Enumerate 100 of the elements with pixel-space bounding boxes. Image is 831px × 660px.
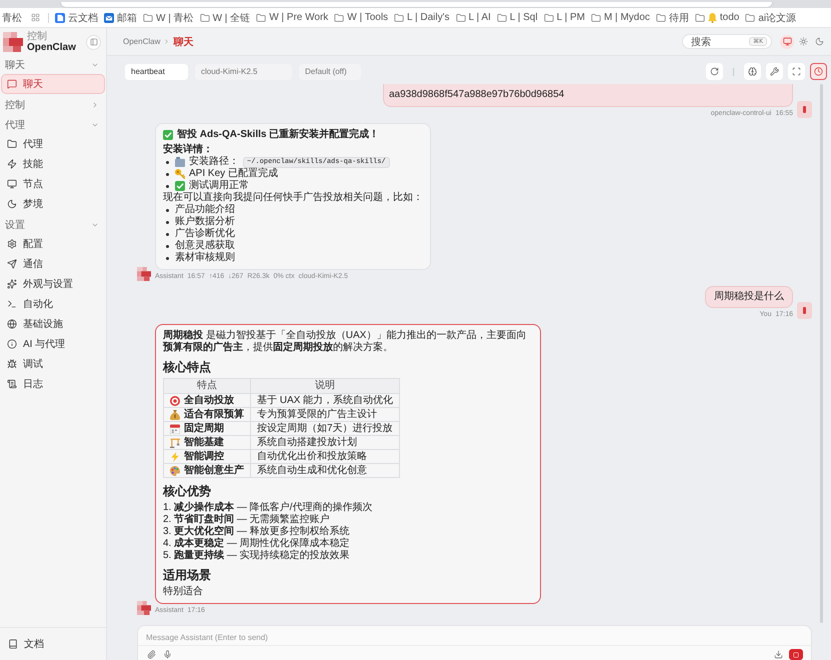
chat-icon: [7, 79, 17, 89]
lightning-icon: [7, 159, 17, 169]
chevron-icon: [163, 38, 170, 45]
list-item: 账户数据分析: [175, 216, 235, 228]
breadcrumb-link[interactable]: OpenClaw: [123, 37, 160, 46]
list-item: 产品功能介绍: [175, 204, 235, 216]
folder-icon: [694, 12, 705, 22]
bullet-icon: [166, 232, 169, 236]
nav-item[interactable]: 外观与设置: [1, 274, 105, 294]
nav-item[interactable]: 技能: [1, 154, 105, 174]
user-avatar: [797, 302, 812, 319]
bookmark-folder[interactable]: W | Tools: [334, 12, 388, 23]
nav-item[interactable]: 基础设施: [1, 314, 105, 334]
list-item: 创意灵感获取: [175, 240, 235, 252]
bookmark-folder[interactable]: W | Pre Work: [256, 12, 328, 23]
toolbar-button[interactable]: [810, 63, 827, 80]
attach-button[interactable]: [146, 649, 157, 660]
list-item: 广告诊断优化: [175, 228, 235, 240]
message-text: 特别适合: [163, 586, 204, 598]
bookmark-link[interactable]: 云文档: [55, 10, 98, 24]
section-label: 安装详情：: [163, 144, 214, 156]
assistant-avatar: [137, 267, 151, 281]
bookmark-folder[interactable]: L | Sql: [496, 12, 538, 23]
message-text: aa938d9868f547a988e97b76b0d96854: [389, 89, 564, 100]
nav-item[interactable]: 文档: [2, 634, 104, 654]
wrench-icon: [770, 67, 779, 76]
bookmark-folder[interactable]: 待用: [656, 10, 689, 24]
message-composer[interactable]: Message Assistant (Enter to send): [137, 625, 812, 660]
bookmark-folder[interactable]: M | Mydoc: [590, 12, 650, 23]
feature-name: 智能创意生产: [184, 464, 244, 476]
key-icon: [175, 169, 185, 179]
bookmark-folder[interactable]: W | 青松: [143, 10, 194, 24]
monitor-icon: [7, 179, 17, 189]
bookmark-folder[interactable]: todo: [694, 12, 740, 23]
microphone-icon: [163, 650, 172, 659]
bullet-icon: [166, 172, 169, 176]
bullet-icon: [166, 208, 169, 212]
table-cell: 按设定周期（如7天）进行投放: [250, 422, 400, 436]
nav-item[interactable]: 梦境: [1, 194, 105, 214]
folder-icon: [175, 157, 185, 167]
folder-icon: [656, 12, 666, 22]
message-text: 周期稳投是什么: [714, 291, 784, 302]
breadcrumb-link[interactable]: 聊天: [173, 34, 194, 48]
table-cell: 系统自动搭建投放计划: [250, 436, 400, 450]
bell-icon: [708, 12, 717, 22]
bookmark-folder[interactable]: W | 全链: [200, 10, 250, 24]
nav-item[interactable]: 日志: [1, 374, 105, 394]
list-item: 安装路径：: [189, 156, 239, 168]
table-cell: 系统自动生成和优化创意: [250, 464, 400, 478]
folder-icon: [544, 12, 554, 22]
table-cell: 自动优化出价和投放策略: [250, 450, 400, 464]
bookmark-folder[interactable]: L | Daily's: [394, 12, 450, 23]
thinking-select[interactable]: Default (off): [299, 64, 361, 80]
nav-item[interactable]: 自动化: [1, 294, 105, 314]
monitor-icon: [782, 37, 792, 46]
column-header: 特点: [164, 378, 250, 394]
money-bag-icon: [170, 410, 180, 420]
palette-icon: [170, 466, 180, 476]
section-header[interactable]: 代理: [0, 116, 106, 134]
panel-icon: [90, 38, 98, 46]
section-header[interactable]: 控制: [0, 96, 106, 114]
bookmark-folder[interactable]: L | AI: [456, 12, 491, 23]
stop-button[interactable]: [789, 649, 803, 660]
theme-button[interactable]: [780, 34, 794, 48]
target-icon: [170, 396, 180, 406]
session-select[interactable]: heartbeat: [125, 64, 188, 80]
nav-item[interactable]: 配置: [1, 234, 105, 254]
nav-item[interactable]: AI 与代理: [1, 334, 105, 354]
sun-icon: [798, 37, 808, 46]
globe-icon: [7, 319, 17, 329]
model-select[interactable]: cloud-Kimi-K2.5: [195, 64, 292, 80]
moon-icon: [7, 199, 17, 209]
mail-icon: [104, 12, 114, 22]
bullet-icon: [166, 184, 169, 188]
bookmark-link[interactable]: 邮箱: [104, 10, 137, 24]
folder-icon: [334, 12, 344, 22]
nav-item[interactable]: 调试: [1, 354, 105, 374]
send-icon: [7, 259, 17, 269]
nav-item[interactable]: 通信: [1, 254, 105, 274]
calendar-icon: [170, 424, 180, 434]
section-heading: 核心特点: [163, 360, 212, 374]
bookmark-folder[interactable]: ai论文源: [745, 10, 796, 24]
nav-item[interactable]: 聊天: [1, 74, 105, 94]
list-item: 3. 更大优化空间 — 释放更多控制权给系统: [163, 526, 351, 537]
folder-icon: [200, 12, 210, 22]
table-cell: 专为预算受限的广告主设计: [250, 408, 400, 422]
feature-name: 智能基建: [184, 436, 224, 448]
voice-button[interactable]: [162, 649, 173, 660]
bullet-icon: [166, 220, 169, 224]
nav-item[interactable]: 节点: [1, 174, 105, 194]
bookmark-folder[interactable]: L | PM: [544, 12, 585, 23]
nav-item[interactable]: 代理: [1, 134, 105, 154]
scroll-icon: [7, 379, 17, 389]
message-input[interactable]: Message Assistant (Enter to send): [146, 630, 803, 646]
download-button[interactable]: [773, 649, 784, 660]
feature-name: 全自动投放: [184, 394, 234, 406]
bookmark-link[interactable]: 青松: [2, 10, 22, 24]
list-item: 测试调用正常: [189, 180, 249, 192]
section-header[interactable]: 设置: [0, 216, 106, 234]
section-header[interactable]: 聊天: [0, 56, 106, 74]
